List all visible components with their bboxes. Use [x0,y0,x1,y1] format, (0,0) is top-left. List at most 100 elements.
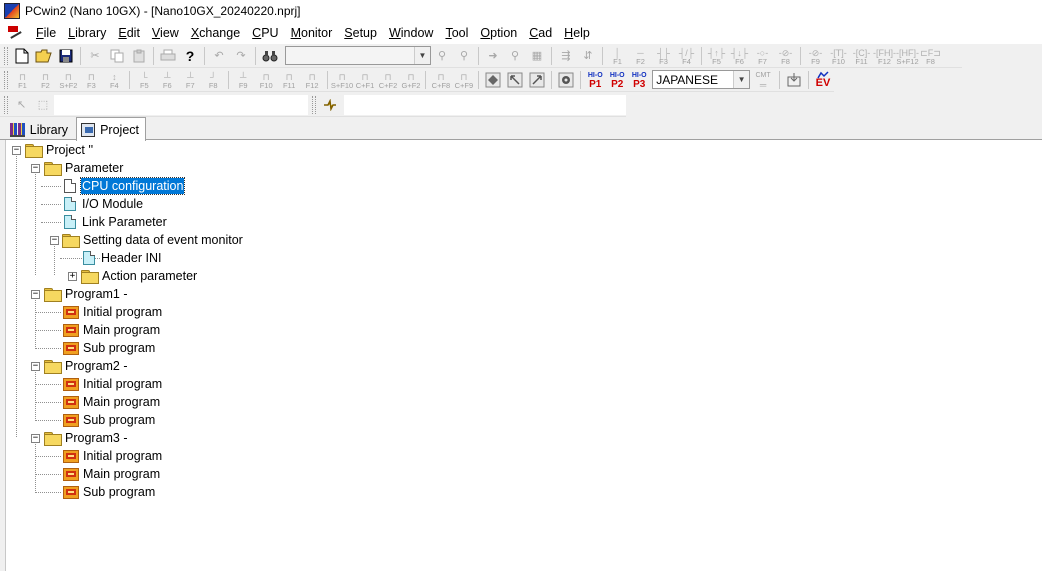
menu-xchange[interactable]: Xchange [185,23,246,43]
help-question-icon[interactable]: ? [179,46,201,66]
fkey-g-f2[interactable]: ⊓ G+F2 [400,70,423,90]
fkey-c-f2[interactable]: ⊓ C+F2 [377,70,400,90]
project-tree[interactable]: − Project '' − Parameter CPU configurati… [5,140,1042,571]
ladder-vline-key[interactable]: │ F1 [606,46,629,66]
expand-action-parameter-toggle[interactable]: + [68,272,77,281]
diamond-icon[interactable] [482,70,504,90]
zoom-in-icon[interactable] [504,70,526,90]
menu-edit[interactable]: Edit [112,23,146,43]
tree-node-action-parameter[interactable]: Action parameter [81,267,198,285]
fkey-f2[interactable]: ⊓ F2 [34,70,57,90]
menu-option[interactable]: Option [474,23,523,43]
cut-icon[interactable]: ✂ [84,46,106,66]
menu-cad[interactable]: Cad [523,23,558,43]
select-pointer-icon[interactable]: ↖ [11,95,32,115]
insert-row-icon[interactable]: ⇶ [555,46,577,66]
fkey-s-f10[interactable]: ⊓ S+F10 [331,70,354,90]
tab-project[interactable]: Project [76,117,146,141]
ladder-timer-key[interactable]: -[T]- F10 [827,46,850,66]
menu-view[interactable]: View [146,23,185,43]
ladder-no-contact-key[interactable]: ┤├ F3 [652,46,675,66]
flash-connect-icon[interactable] [319,95,340,115]
toolbar-grip[interactable] [4,95,8,114]
ladder-nc-contact-key[interactable]: ┤/├ F4 [675,46,698,66]
event-monitor-ev-icon[interactable]: EV [812,70,834,90]
toolbar-grip[interactable] [312,95,317,114]
collapse-program3-toggle[interactable]: − [31,434,40,443]
redo-icon[interactable]: ↷ [230,46,252,66]
fkey-f5[interactable]: └ F5 [133,70,156,90]
comment-cmt-button[interactable]: CMT ═ [750,70,776,90]
undo-icon[interactable]: ↶ [208,46,230,66]
tree-node-link-parameter[interactable]: Link Parameter [62,213,168,231]
tree-node-event-monitor[interactable]: Setting data of event monitor [62,231,244,249]
menu-monitor[interactable]: Monitor [285,23,339,43]
tree-node-program3[interactable]: Program3 - [44,429,129,447]
toolbar-grip[interactable] [4,70,8,89]
find-next-icon[interactable]: ⚲ [453,46,475,66]
ladder-coil-key[interactable]: -○- F7 [751,46,774,66]
menu-setup[interactable]: Setup [338,23,383,43]
tree-node-program3-main[interactable]: Main program [63,465,161,483]
tree-node-parameter[interactable]: Parameter [44,159,124,177]
tree-node-program1-main[interactable]: Main program [63,321,161,339]
menu-help[interactable]: Help [558,23,596,43]
fkey-f6[interactable]: ┴ F6 [156,70,179,90]
fkey-f8[interactable]: ┘ F8 [202,70,225,90]
ladder-hline-key[interactable]: ─ F2 [629,46,652,66]
search-combo[interactable]: ▼ [285,46,431,65]
fkey-f10[interactable]: ⊓ F10 [255,70,278,90]
program-p2-button[interactable]: HI-O P2 [606,70,628,90]
collapse-program2-toggle[interactable]: − [31,362,40,371]
find-replace-icon[interactable]: ⚲ [431,46,453,66]
tree-node-program2-initial[interactable]: Initial program [63,375,163,393]
delete-row-icon[interactable]: ⇵ [577,46,599,66]
ladder-rise-contact-key[interactable]: ┤↑├ F5 [705,46,728,66]
toolbar-grip[interactable] [4,46,8,65]
fkey-f1[interactable]: ⊓ F1 [11,70,34,90]
ladder-f9-key[interactable]: -⊘- F9 [804,46,827,66]
tree-node-program1-sub[interactable]: Sub program [63,339,156,357]
tree-node-program1-initial[interactable]: Initial program [63,303,163,321]
ladder-function-key[interactable]: -[FH]- F12 [873,46,896,66]
fkey-c-f9[interactable]: ⊓ C+F9 [452,70,475,90]
select-area-icon[interactable]: ⬚ [32,95,53,115]
save-icon[interactable] [55,46,77,66]
collapse-program1-toggle[interactable]: − [31,290,40,299]
ladder-fall-contact-key[interactable]: ┤↓├ F6 [728,46,751,66]
chevron-down-icon[interactable]: ▼ [733,71,750,88]
address-field[interactable] [53,94,309,115]
copy-icon[interactable] [106,46,128,66]
collapse-parameter-toggle[interactable]: − [31,164,40,173]
fkey-c-f8[interactable]: ⊓ C+F8 [429,70,452,90]
fkey-f11[interactable]: ⊓ F11 [278,70,301,90]
menu-window[interactable]: Window [383,23,439,43]
print-icon[interactable] [157,46,179,66]
fkey-f12[interactable]: ⊓ F12 [301,70,324,90]
ladder-nc-coil-key[interactable]: -⊘- F8 [774,46,797,66]
tab-library[interactable]: Library [6,119,74,140]
tree-node-project[interactable]: Project '' [25,141,94,159]
tree-node-program1[interactable]: Program1 - [44,285,129,303]
fkey-f9[interactable]: ┴ F9 [232,70,255,90]
settings-gear-icon[interactable] [555,70,577,90]
language-select[interactable]: JAPANESE ▼ [652,70,751,89]
find-binoculars-icon[interactable] [259,46,281,66]
search-magnifier-icon[interactable]: ⚲ [504,46,526,66]
collapse-project-toggle[interactable]: − [12,146,21,155]
tree-node-cpu-configuration[interactable]: CPU configuration [62,177,186,195]
new-file-icon[interactable] [11,46,33,66]
menu-cpu[interactable]: CPU [246,23,284,43]
chevron-down-icon[interactable]: ▼ [414,47,430,64]
menu-file[interactable]: File [30,23,62,43]
tree-node-program3-sub[interactable]: Sub program [63,483,156,501]
program-p3-button[interactable]: HI-O P3 [628,70,650,90]
paste-icon[interactable] [128,46,150,66]
open-folder-icon[interactable] [33,46,55,66]
menu-tool[interactable]: Tool [439,23,474,43]
tree-node-program2[interactable]: Program2 - [44,357,129,375]
program-p1-button[interactable]: HI-O P1 [584,70,606,90]
fkey-f7[interactable]: ┴ F7 [179,70,202,90]
ladder-function-s-key[interactable]: -[HF]- S+F12 [896,46,919,66]
tree-node-header-ini[interactable]: Header INI [81,249,162,267]
